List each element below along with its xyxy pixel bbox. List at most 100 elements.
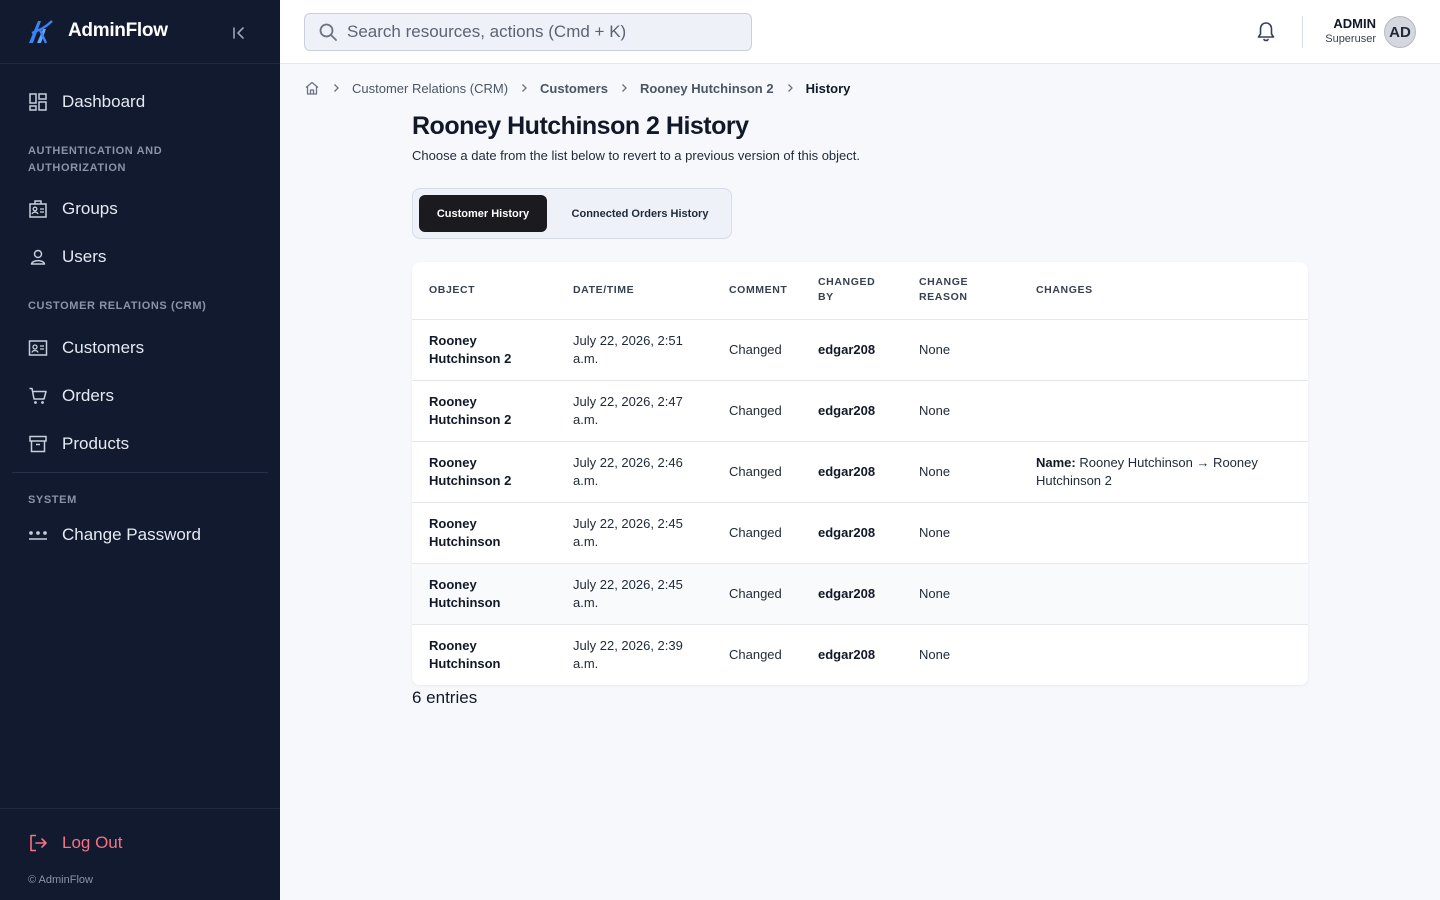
search-input[interactable]: [347, 22, 727, 42]
cell-changes: [1019, 319, 1308, 380]
history-tabs: Customer History Connected Orders Histor…: [412, 188, 732, 239]
logout-label: Log Out: [62, 833, 123, 852]
sidebar-item-label: Groups: [62, 199, 118, 218]
cell-changes: [1019, 380, 1308, 441]
search-icon: [319, 23, 337, 41]
cell-changed-by: edgar208: [818, 402, 876, 418]
history-table-card: OBJECT DATE/TIME COMMENT CHANGED BY CHAN…: [412, 262, 1308, 685]
groups-icon: [29, 200, 47, 218]
user-icon: [30, 249, 46, 265]
cell-change-reason: None: [919, 463, 951, 479]
sidebar-item-change-password[interactable]: Change Password: [28, 523, 201, 547]
cell-datetime: July 22, 2026, 2:47 a.m.: [573, 393, 683, 427]
cell-changed-by: edgar208: [818, 585, 876, 601]
cell-changed-by: edgar208: [818, 524, 876, 540]
notifications-bell-icon[interactable]: [1256, 21, 1276, 43]
table-row: Rooney Hutchinson July 22, 2026, 2:45 a.…: [412, 502, 1308, 563]
collapse-sidebar-icon[interactable]: [230, 24, 248, 42]
sidebar-item-groups[interactable]: Groups: [28, 197, 118, 221]
sidebar-item-dashboard[interactable]: Dashboard: [28, 90, 145, 114]
cell-changes: Name: Rooney Hutchinson → Rooney Hutchin…: [1019, 441, 1308, 502]
cell-datetime: July 22, 2026, 2:45 a.m.: [573, 515, 683, 549]
cell-changed-by: edgar208: [818, 646, 876, 662]
cell-object[interactable]: Rooney Hutchinson: [412, 624, 556, 685]
table-row: Rooney Hutchinson July 22, 2026, 2:39 a.…: [412, 624, 1308, 685]
cell-changes: [1019, 624, 1308, 685]
change-field-name: Name:: [1036, 454, 1076, 470]
column-header-comment: COMMENT: [712, 262, 801, 320]
cell-datetime: July 22, 2026, 2:39 a.m.: [573, 637, 683, 671]
history-table: OBJECT DATE/TIME COMMENT CHANGED BY CHAN…: [412, 262, 1308, 685]
sidebar-item-products[interactable]: Products: [28, 432, 129, 456]
section-system: SYSTEM: [28, 494, 77, 506]
header-divider: [1302, 16, 1303, 48]
logout-button[interactable]: Log Out: [28, 831, 123, 855]
tab-connected-orders-history[interactable]: Connected Orders History: [557, 195, 723, 232]
copyright: © AdminFlow: [28, 874, 93, 886]
section-auth: AUTHENTICATION AND AUTHORIZATION: [28, 145, 163, 174]
page-subtitle: Choose a date from the list below to rev…: [412, 148, 861, 163]
sidebar-item-label: Dashboard: [62, 92, 146, 111]
sidebar-item-label: Products: [62, 434, 130, 453]
table-row: Rooney Hutchinson 2 July 22, 2026, 2:46 …: [412, 441, 1308, 502]
sidebar-bottom-divider: [0, 808, 280, 809]
sidebar-item-label: Change Password: [62, 525, 201, 544]
sidebar: AdminFlow Dashboard AUTHENTICATION AND A…: [0, 0, 280, 900]
chevron-right-icon: [622, 84, 627, 92]
entries-count: 6 entries: [412, 688, 478, 707]
search-box[interactable]: [304, 13, 752, 51]
chevron-right-icon: [787, 84, 793, 92]
table-row: Rooney Hutchinson 2 July 22, 2026, 2:47 …: [412, 380, 1308, 441]
cell-change-reason: None: [919, 524, 951, 540]
sidebar-item-orders[interactable]: Orders: [28, 384, 114, 408]
cell-object[interactable]: Rooney Hutchinson: [412, 502, 556, 563]
breadcrumb-current: History: [805, 80, 851, 96]
tab-customer-history[interactable]: Customer History: [419, 195, 547, 232]
table-row: Rooney Hutchinson July 22, 2026, 2:45 a.…: [412, 563, 1308, 624]
cell-comment: Changed: [729, 463, 782, 479]
column-header-changes: CHANGES: [1019, 262, 1308, 320]
cell-change-reason: None: [919, 585, 951, 601]
cell-change-reason: None: [919, 646, 951, 662]
column-header-change-reason: CHANGE REASON: [902, 262, 1019, 320]
cell-object[interactable]: Rooney Hutchinson 2: [412, 441, 556, 502]
page-title: Rooney Hutchinson 2 History: [412, 112, 749, 140]
cell-change-reason: None: [919, 402, 951, 418]
column-header-changed-by: CHANGED BY: [801, 262, 902, 320]
cell-object[interactable]: Rooney Hutchinson: [412, 563, 556, 624]
section-crm: CUSTOMER RELATIONS (CRM): [28, 300, 207, 312]
avatar[interactable]: AD: [1384, 16, 1416, 48]
home-icon[interactable]: [304, 80, 320, 96]
dashboard-icon: [29, 93, 47, 111]
cell-changes: [1019, 563, 1308, 624]
logout-icon: [30, 834, 47, 852]
cell-comment: Changed: [729, 402, 782, 418]
cell-object[interactable]: Rooney Hutchinson 2: [412, 380, 556, 441]
sidebar-item-customers[interactable]: Customers: [28, 336, 144, 360]
cell-object[interactable]: Rooney Hutchinson 2: [412, 319, 556, 380]
contact-card-icon: [28, 340, 48, 356]
sidebar-item-label: Orders: [62, 386, 114, 405]
table-row: Rooney Hutchinson 2 July 22, 2026, 2:51 …: [412, 319, 1308, 380]
cell-datetime: July 22, 2026, 2:46 a.m.: [573, 454, 683, 488]
adminflow-logo-icon: [29, 20, 53, 44]
top-header: ADMIN Superuser AD: [280, 0, 1440, 64]
archive-icon: [29, 435, 47, 453]
user-name: ADMIN: [1333, 16, 1376, 31]
breadcrumb-crm[interactable]: Customer Relations (CRM): [352, 81, 508, 96]
chevron-right-icon: [334, 84, 339, 92]
cell-comment: Changed: [729, 585, 782, 601]
column-header-object: OBJECT: [412, 262, 556, 320]
user-role: Superuser: [1325, 33, 1376, 45]
brand-header: AdminFlow: [0, 0, 280, 64]
cell-changed-by: edgar208: [818, 341, 876, 357]
chevron-right-icon: [522, 84, 527, 92]
column-header-datetime: DATE/TIME: [556, 262, 712, 320]
cell-changes: [1019, 502, 1308, 563]
sidebar-item-users[interactable]: Users: [28, 245, 106, 269]
brand-name: AdminFlow: [68, 20, 168, 41]
breadcrumb-customers[interactable]: Customers: [540, 81, 608, 96]
breadcrumb-customer[interactable]: Rooney Hutchinson 2: [640, 81, 774, 96]
cell-datetime: July 22, 2026, 2:51 a.m.: [573, 332, 683, 366]
cell-datetime: July 22, 2026, 2:45 a.m.: [573, 576, 683, 610]
